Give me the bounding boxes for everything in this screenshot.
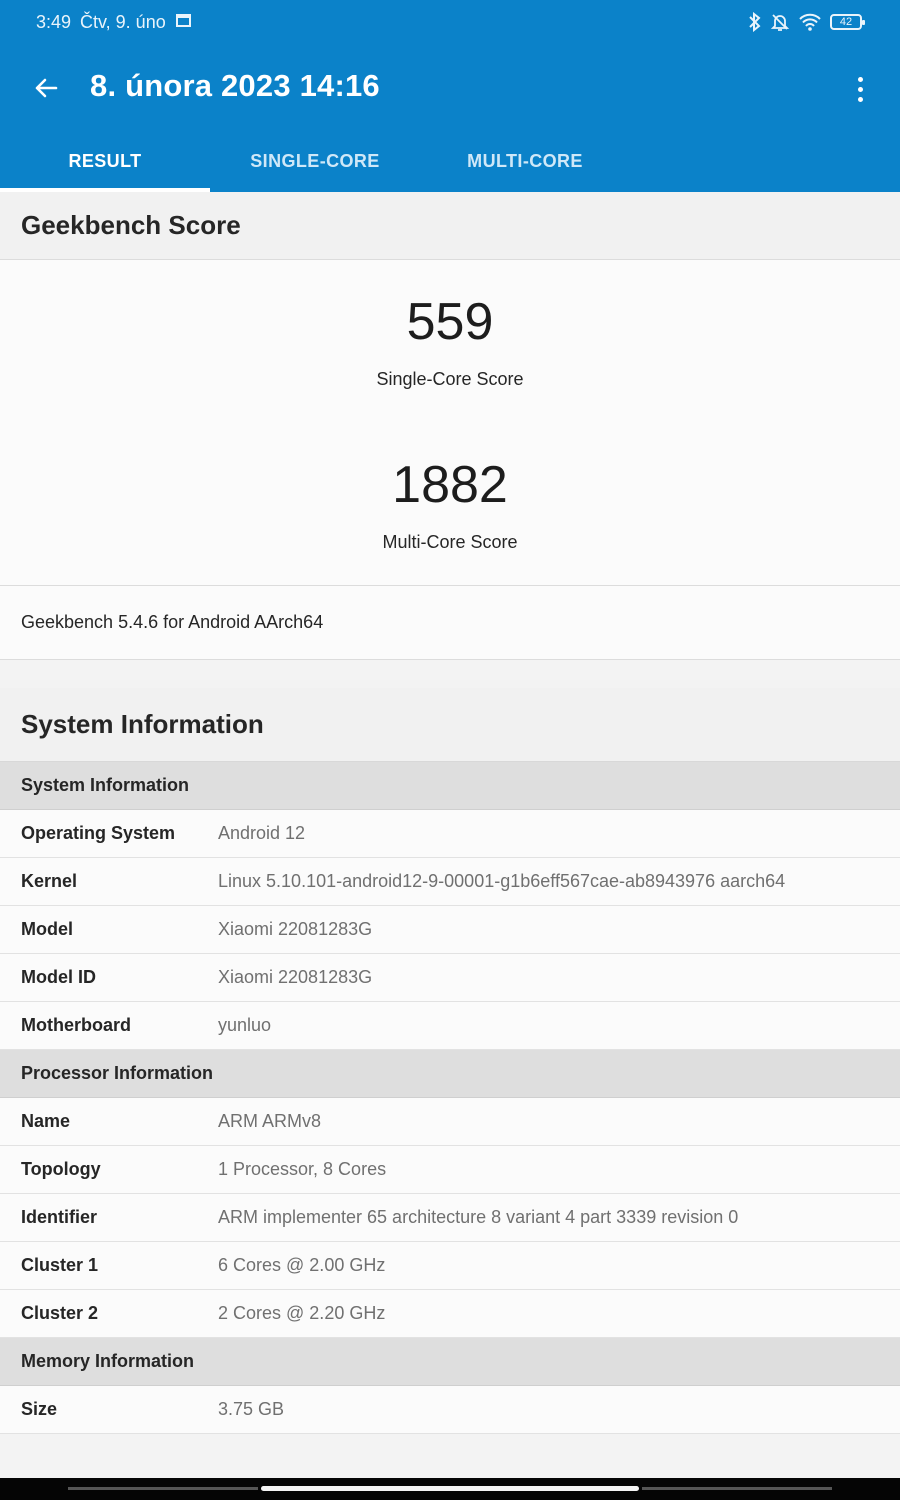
row-value: Linux 5.10.101-android12-9-00001-g1b6eff…	[218, 871, 786, 891]
row-value: Xiaomi 22081283G	[218, 967, 373, 987]
home-gesture-handle[interactable]	[261, 1486, 639, 1491]
row-value: 1 Processor, 8 Cores	[218, 1159, 387, 1179]
wifi-icon	[799, 13, 821, 31]
row-value: 2 Cores @ 2.20 GHz	[218, 1303, 386, 1323]
geekbench-score-heading: Geekbench Score	[0, 192, 900, 260]
row-value: 6 Cores @ 2.00 GHz	[218, 1255, 386, 1275]
row-value: Android 12	[218, 823, 306, 843]
table-row: Cluster 1 6 Cores @ 2.00 GHz	[0, 1242, 900, 1290]
table-row: Cluster 2 2 Cores @ 2.20 GHz	[0, 1290, 900, 1338]
tab-single-core[interactable]: SINGLE-CORE	[210, 130, 420, 192]
tab-result[interactable]: RESULT	[0, 130, 210, 192]
row-key: Name	[21, 1111, 71, 1131]
section-gap	[0, 660, 900, 688]
app-bar: 3:49 Čtv, 9. úno 42 8. února 2023 14:16 …	[0, 0, 900, 192]
result-content[interactable]: Geekbench Score 559 Single-Core Score 18…	[0, 192, 900, 1434]
table-row: Topology 1 Processor, 8 Cores	[0, 1146, 900, 1194]
nav-divider-left	[68, 1487, 258, 1490]
battery-icon: 42	[830, 14, 865, 30]
table-row: Size 3.75 GB	[0, 1386, 900, 1434]
row-key: Operating System	[21, 823, 176, 843]
group-header-processor: Processor Information	[0, 1050, 900, 1098]
row-key: Model ID	[21, 967, 96, 987]
processor-info-group: Processor Information Name ARM ARMv8 Topo…	[0, 1050, 900, 1338]
arrow-back-icon	[35, 78, 58, 98]
row-key: Size	[21, 1399, 58, 1419]
status-time: 3:49	[36, 12, 72, 32]
row-key: Identifier	[21, 1207, 98, 1227]
bluetooth-icon	[749, 12, 761, 32]
row-key: Kernel	[21, 871, 78, 891]
multi-core-score-value: 1882	[392, 456, 508, 514]
more-vert-icon	[857, 76, 863, 82]
table-row: Motherboard yunluo	[0, 1002, 900, 1050]
navigation-bar	[0, 1478, 900, 1500]
row-value: ARM implementer 65 architecture 8 varian…	[218, 1207, 739, 1227]
status-bar: 3:49 Čtv, 9. úno 42	[0, 0, 900, 46]
memory-info-group: Memory Information Size 3.75 GB	[0, 1338, 900, 1434]
system-information-heading: System Information	[0, 688, 900, 762]
toolbar: 8. února 2023 14:16	[0, 46, 900, 130]
bell-muted-icon	[770, 14, 790, 31]
score-card: 559 Single-Core Score 1882 Multi-Core Sc…	[0, 260, 900, 586]
table-row: Model Xiaomi 22081283G	[0, 906, 900, 954]
system-info-group: System Information Operating System Andro…	[0, 762, 900, 1050]
single-core-score-label: Single-Core Score	[376, 369, 524, 389]
row-key: Motherboard	[21, 1015, 131, 1035]
row-value: ARM ARMv8	[218, 1111, 322, 1131]
row-key: Model	[21, 919, 73, 939]
row-value: Xiaomi 22081283G	[218, 919, 373, 939]
table-row: Kernel Linux 5.10.101-android12-9-00001-g…	[0, 858, 900, 906]
more-options-button[interactable]	[848, 74, 872, 104]
row-value: yunluo	[218, 1015, 272, 1035]
row-key: Cluster 2	[21, 1303, 99, 1323]
row-value: 3.75 GB	[218, 1399, 285, 1419]
tab-bar: RESULT SINGLE-CORE MULTI-CORE	[0, 130, 900, 192]
group-header-memory: Memory Information	[0, 1338, 900, 1386]
page-title: 8. února 2023 14:16	[90, 68, 380, 103]
row-key: Cluster 1	[21, 1255, 99, 1275]
table-row: Identifier ARM implementer 65 architectur…	[0, 1194, 900, 1242]
nav-divider-right	[642, 1487, 832, 1490]
back-button[interactable]	[28, 70, 64, 106]
multi-core-score-label: Multi-Core Score	[382, 532, 518, 552]
status-date: Čtv, 9. úno	[80, 12, 166, 32]
geekbench-version: Geekbench 5.4.6 for Android AArch64	[0, 586, 900, 660]
table-row: Operating System Android 12	[0, 810, 900, 858]
table-row: Model ID Xiaomi 22081283G	[0, 954, 900, 1002]
row-key: Topology	[21, 1159, 101, 1179]
single-core-score-value: 559	[406, 293, 494, 351]
table-row: Name ARM ARMv8	[0, 1098, 900, 1146]
status-icons: 42	[748, 12, 865, 32]
tab-multi-core[interactable]: MULTI-CORE	[420, 130, 630, 192]
group-header-system: System Information	[0, 762, 900, 810]
calendar-notification-icon	[176, 14, 191, 27]
